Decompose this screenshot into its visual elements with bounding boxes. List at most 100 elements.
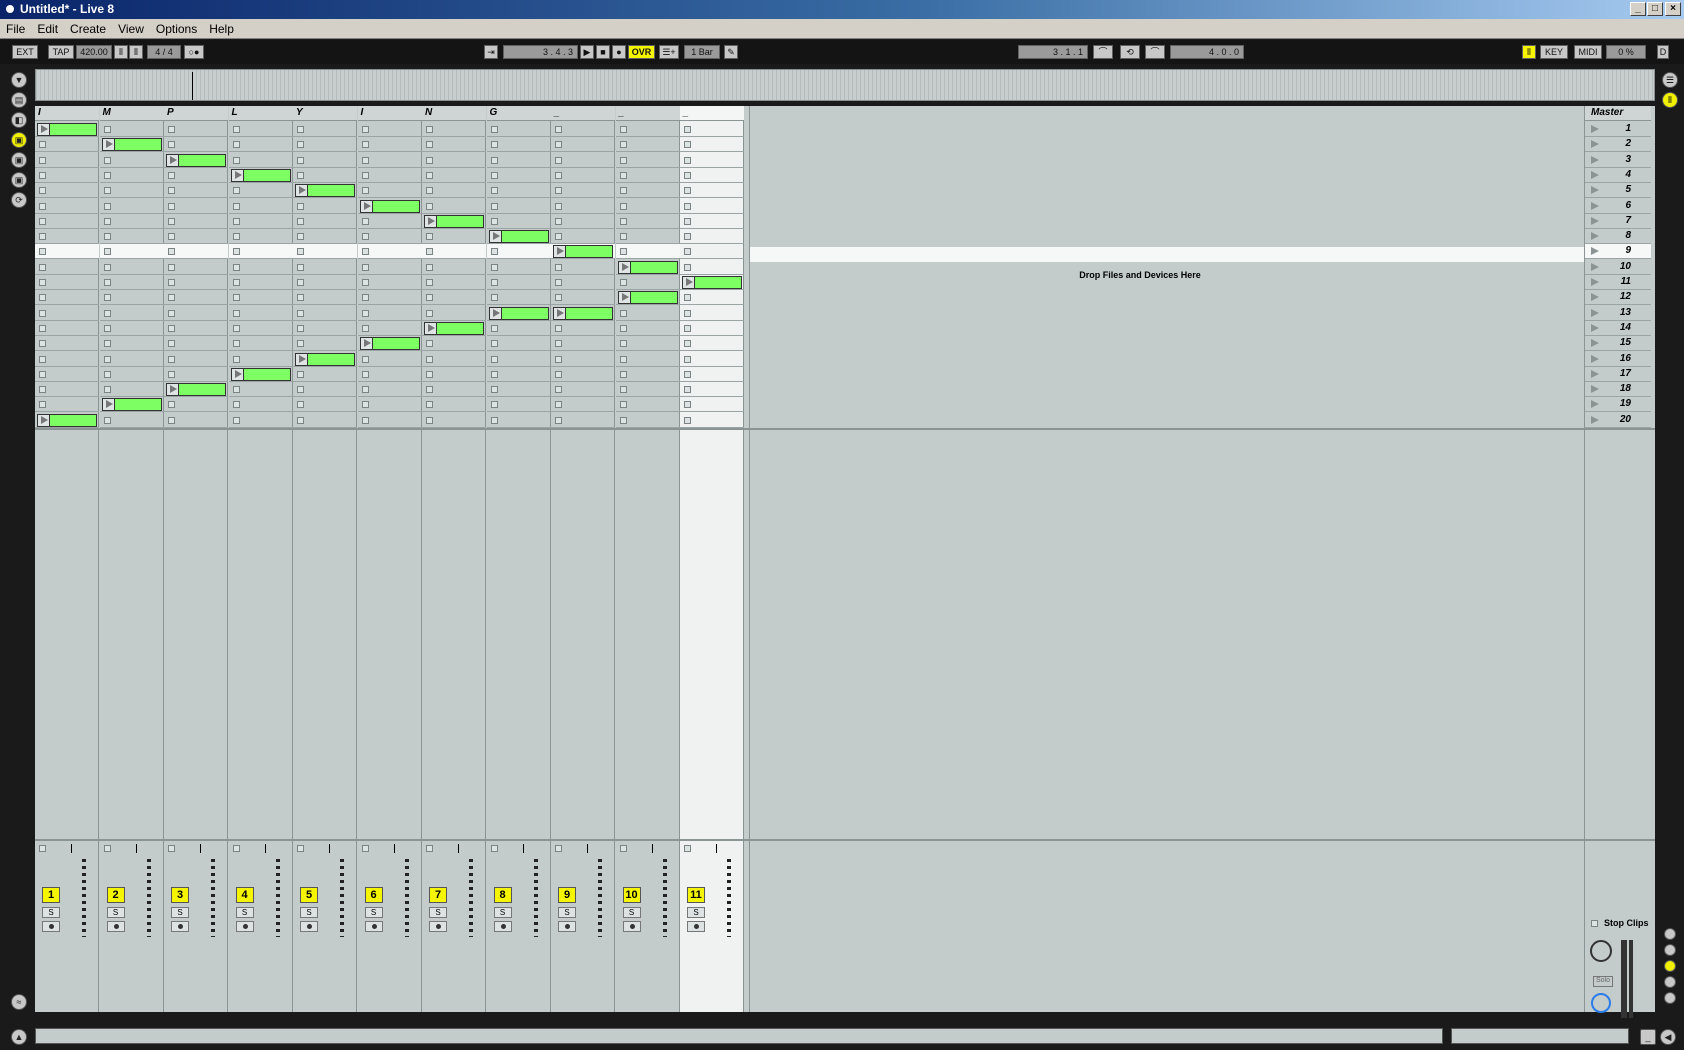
track-stop-button[interactable] [619,845,627,852]
track-title[interactable]: I [357,106,422,121]
clip-slot[interactable] [99,413,164,428]
clip-stop-button[interactable] [555,386,562,394]
arm-button[interactable] [300,921,318,932]
clip-stop-button[interactable] [555,187,562,195]
clip-stop-button[interactable] [619,324,627,332]
clip-slot[interactable] [422,137,486,153]
clip-stop-button[interactable] [684,171,691,179]
pan-marker[interactable] [651,844,653,853]
clip-slot[interactable] [293,367,357,382]
clip-slot[interactable] [357,260,422,275]
clip-stop-button[interactable] [684,141,691,149]
clip-stop-button[interactable] [297,248,304,256]
clip-stop-button[interactable] [555,141,562,149]
clip[interactable] [553,306,613,320]
clip-stop-button[interactable] [103,370,111,378]
clip-slot[interactable] [422,229,486,245]
draw-mode-icon[interactable]: ✎ [724,45,738,59]
clip[interactable] [682,276,742,289]
track-activator[interactable]: 7 [429,887,447,903]
pan-marker[interactable] [264,844,266,853]
clip-stop-button[interactable] [490,324,498,332]
clip-stop-button[interactable] [103,324,111,332]
clip-stop-button[interactable] [555,233,562,241]
tap-tempo-button[interactable]: TAP [48,45,74,59]
clip-slot[interactable] [680,352,744,367]
clip-stop-button[interactable] [490,126,498,133]
clip-slot[interactable] [293,321,357,336]
clip-slot[interactable] [615,168,680,183]
clip-stop-button[interactable] [39,324,46,332]
clip-slot[interactable] [164,336,228,352]
clip-stop-button[interactable] [619,370,627,378]
scene-launch[interactable]: 14 [1585,321,1651,336]
clip-stop-button[interactable] [426,202,433,210]
clip-stop-button[interactable] [232,156,240,164]
clip-slot[interactable] [228,275,293,290]
clip[interactable] [295,184,355,198]
clip-slot[interactable] [164,137,228,153]
clip-slot[interactable] [615,290,680,306]
clip-slot[interactable] [35,244,99,260]
solo-button[interactable]: S [364,907,383,918]
clip-slot[interactable] [228,137,293,153]
clip-stop-button[interactable] [297,340,304,348]
clip-stop-button[interactable] [555,156,562,164]
clip-slot[interactable] [99,137,164,153]
clip-stop-button[interactable] [39,294,46,302]
help-view-toggle-icon[interactable]: ◀ [1660,1029,1676,1045]
solo-button[interactable]: S [106,907,125,918]
clip-slot[interactable] [293,382,357,398]
clip-stop-button[interactable] [426,370,433,378]
scene-launch[interactable]: 6 [1585,199,1651,214]
clip-stop-button[interactable] [297,141,304,149]
file-browser-2-icon[interactable]: ▣ [11,152,27,168]
clip-stop-button[interactable] [684,202,691,210]
scene-launch-icon[interactable] [1591,354,1599,363]
clip-stop-button[interactable] [297,279,304,286]
track-title[interactable]: P [164,106,228,121]
track-stop-button[interactable] [426,845,433,852]
clip-stop-button[interactable] [168,126,175,133]
clip-slot[interactable] [99,367,164,382]
clip-slot[interactable] [422,244,486,260]
clip-slot[interactable] [228,397,293,413]
clip-slot[interactable] [357,367,422,382]
clip-stop-button[interactable] [168,141,175,149]
clip[interactable] [553,245,613,259]
clip-slot[interactable] [486,413,551,428]
clip-slot[interactable] [99,122,164,137]
clip-slot[interactable] [293,183,357,199]
menu-help[interactable]: Help [203,19,240,39]
clip-stop-button[interactable] [684,187,691,195]
clip-stop-button[interactable] [232,416,240,424]
song-overview[interactable] [35,69,1655,101]
stop-clips-button[interactable]: Stop Clips [1591,918,1649,928]
clip-slot[interactable] [99,275,164,290]
clip-stop-button[interactable] [490,187,498,195]
clip[interactable] [37,123,97,136]
scene-launch[interactable]: 18 [1585,382,1651,398]
scene-launch-icon[interactable] [1591,125,1599,133]
clip-slot[interactable] [486,168,551,183]
clip-slot[interactable] [99,199,164,214]
clip-slot[interactable] [99,244,164,260]
clip-stop-button[interactable] [103,187,111,195]
computer-midi-keyboard-icon[interactable]: ⦀ [1522,45,1536,59]
clip-stop-button[interactable] [361,370,369,378]
clip-launch-icon[interactable] [489,231,502,243]
clip-stop-button[interactable] [168,340,175,348]
clip-stop-button[interactable] [168,355,175,363]
clip-stop-button[interactable] [490,401,498,409]
clip-slot[interactable] [422,306,486,321]
clip-stop-button[interactable] [103,279,111,286]
clip-launch-icon[interactable] [38,124,50,135]
clip-slot[interactable] [551,244,615,260]
clip-slot[interactable] [357,290,422,306]
clip[interactable] [424,214,484,228]
clip-slot[interactable] [99,214,164,229]
track-stop-button[interactable] [555,845,562,852]
clip-slot[interactable] [486,153,551,168]
clip[interactable] [424,321,484,335]
clip-slot[interactable] [357,352,422,367]
